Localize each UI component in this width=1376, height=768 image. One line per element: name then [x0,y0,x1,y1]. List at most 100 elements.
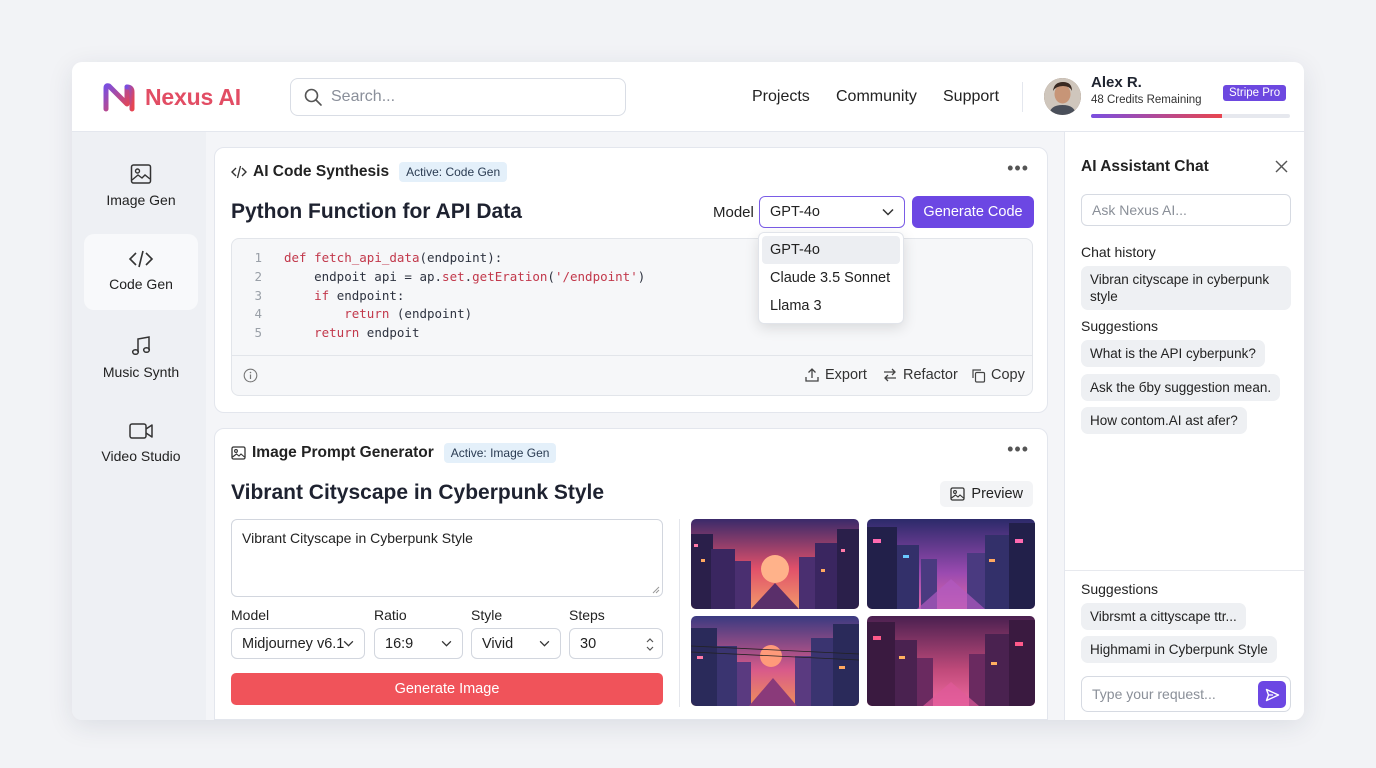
logo[interactable]: Nexus AI [102,82,241,112]
card-divider [679,519,680,707]
export-button[interactable]: Export [804,367,867,383]
code-footer: Export Refactor Copy [232,355,1032,395]
dropdown-option-llama[interactable]: Llama 3 [762,292,900,320]
suggestions-label: Suggestions [1081,318,1159,334]
copy-button[interactable]: Copy [971,367,1025,383]
logo-text: Nexus AI [145,83,241,110]
sidebar-item-video-studio[interactable]: Video Studio [84,406,198,482]
chat-history-item[interactable]: Vibran cityscape in cyberpunk style [1081,266,1291,310]
suggestion-chip[interactable]: Highmami in Cyberpunk Style [1081,636,1277,663]
suggestion-chip[interactable]: Ask the бby suggestion mean. [1081,374,1281,401]
resize-handle-icon[interactable] [652,586,660,594]
dropdown-option-claude[interactable]: Claude 3.5 Sonnet [762,264,900,292]
top-bar: Nexus AI Projects Community Support Alex… [72,62,1304,132]
code-lines: 1 def fetch_api_data(endpoint): 2 endpoit… [232,249,645,343]
generated-image-thumbnail[interactable] [691,519,859,609]
sidebar-item-label: Music Synth [102,364,180,380]
suggestions-label: Suggestions [1081,581,1159,597]
line-number: 5 [254,325,262,341]
code-line: 2 endpoit api = ap.set.getEration('/endp… [232,268,645,287]
image-model-select[interactable]: Midjourney v6.1 [231,628,365,659]
steps-value: 30 [580,635,597,652]
more-options-icon[interactable]: ••• [1007,439,1029,460]
credits-progress-fill [1091,114,1223,118]
send-button[interactable] [1258,681,1286,708]
cityscape-image [691,519,859,609]
preview-button[interactable]: Preview [940,481,1033,507]
line-number: 1 [254,250,262,265]
chat-history-label: Chat history [1081,244,1156,260]
sidebar: Image Gen Code Gen Music Synth Video Stu… [72,132,206,720]
sidebar-item-image-gen[interactable]: Image Gen [84,148,198,224]
generate-code-button[interactable]: Generate Code [912,196,1034,228]
image-icon [231,446,246,460]
preview-label: Preview [971,486,1023,502]
image-icon [950,487,966,501]
send-icon [1265,688,1279,701]
info-icon[interactable] [243,368,258,383]
ratio-select[interactable]: 16:9 [374,628,463,659]
close-icon[interactable] [1275,160,1288,173]
ratio-value: 16:9 [385,635,414,652]
model-select[interactable]: GPT-4o [759,196,905,228]
image-icon [130,164,152,184]
stepper-arrows-icon[interactable] [646,637,654,652]
chevron-down-icon [441,640,452,647]
search-box[interactable] [290,78,626,116]
code-line: 5 return endpoit [232,324,645,343]
code-text: return (endpoint) [344,306,473,322]
image-model-value: Midjourney v6.1 [242,635,345,652]
search-input[interactable] [331,88,601,106]
suggestion-chip[interactable]: Vibrsmt a cittyscape ttr... [1081,603,1246,630]
card-title: Image Prompt Generator [252,444,434,461]
style-field-label: Style [471,607,503,623]
chevron-down-icon [882,208,894,216]
prompt-textarea[interactable]: Vibrant Cityscape in Cyberpunk Style [231,519,663,597]
sidebar-item-label: Code Gen [109,276,173,292]
sidebar-item-code-gen[interactable]: Code Gen [84,234,198,310]
line-number: 4 [254,306,262,322]
sidebar-item-music-synth[interactable]: Music Synth [84,320,198,396]
code-icon [128,250,154,268]
suggestion-chip[interactable]: How contom.AI ast afer? [1081,407,1247,434]
more-options-icon[interactable]: ••• [1007,158,1029,179]
generated-image-thumbnail[interactable] [691,616,859,706]
generated-image-thumbnail[interactable] [867,616,1035,706]
copy-label: Copy [991,367,1025,383]
code-heading: Python Function for API Data [231,200,522,223]
image-prompt-card: Image Prompt Generator Active: Image Gen… [214,428,1048,720]
card-header: AI Code Synthesis Active: Code Gen [231,162,508,182]
generate-image-button[interactable]: Generate Image [231,673,663,705]
nav-support[interactable]: Support [943,88,999,106]
code-editor[interactable]: 1 def fetch_api_data(endpoint): 2 endpoit… [231,238,1033,396]
steps-stepper[interactable]: 30 [569,628,663,659]
chat-request-input[interactable]: Type your request... [1081,676,1291,712]
header-divider [1022,82,1023,112]
chat-divider [1065,570,1304,571]
status-badge: Active: Code Gen [399,162,508,182]
sidebar-item-label: Image Gen [106,192,176,208]
avatar[interactable] [1044,78,1081,115]
refactor-label: Refactor [903,367,958,383]
sidebar-item-label: Video Studio [101,448,181,464]
code-text: if endpoint: [314,287,405,303]
credits-progress [1091,114,1290,118]
nav-community[interactable]: Community [836,88,917,106]
code-line: 4 return (endpoint) [232,305,645,324]
video-camera-icon [129,423,153,439]
cityscape-image [867,519,1035,609]
nav-projects[interactable]: Projects [752,88,810,106]
status-badge: Active: Image Gen [443,443,557,463]
user-avatar-icon [1044,78,1081,115]
suggestion-chip[interactable]: What is the API cyberpunk? [1081,340,1265,367]
model-field-label: Model [231,607,270,623]
code-text: return endpoit [314,325,420,341]
dropdown-option-gpt-4o[interactable]: GPT-4o [762,236,900,264]
assistant-chat-panel: AI Assistant Chat Ask Nexus AI... Chat h… [1064,132,1304,720]
generated-image-thumbnail[interactable] [867,519,1035,609]
refactor-button[interactable]: Refactor [882,367,958,383]
ask-input[interactable]: Ask Nexus AI... [1081,194,1291,226]
style-select[interactable]: Vivid [471,628,561,659]
code-line: 1 def fetch_api_data(endpoint): [232,249,645,268]
music-note-icon [131,336,151,356]
